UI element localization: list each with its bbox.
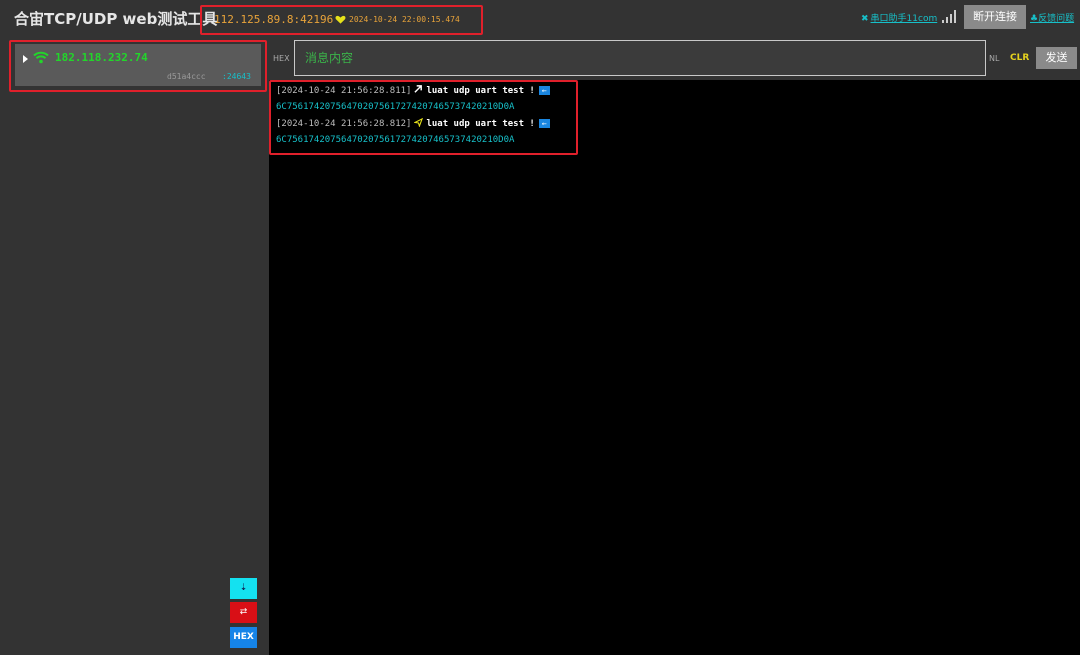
disconnect-button[interactable]: 断开连接 (964, 5, 1026, 29)
feedback-link[interactable]: ♣反馈问题 (1030, 11, 1074, 24)
newline-toggle[interactable]: NL (989, 54, 999, 63)
server-address: 112.125.89.8:42196 (214, 13, 334, 26)
server-info: 112.125.89.8:42196 2024-10-24 22:00:15.4… (200, 5, 483, 35)
auto-scroll-button[interactable]: ⇣ (230, 578, 257, 599)
log-timestamp: [2024-10-24 21:56:28.811] (276, 86, 412, 96)
log-message: luat udp uart test ! (426, 119, 535, 129)
wifi-icon (33, 51, 49, 64)
message-log[interactable]: [2024-10-24 21:56:28.811] luat udp uart t… (269, 80, 1080, 655)
serial-link-label: 串口助手11com (870, 14, 938, 24)
client-id: d51a4ccc (167, 72, 206, 81)
server-time: 2024-10-24 22:00:15.474 (349, 15, 460, 24)
message-input-row: HEX NL CLR 发送 (269, 36, 1080, 80)
log-hex: 6C75617420756470207561727420746573742021… (276, 135, 515, 145)
client-port: :24643 (222, 72, 251, 81)
tool-icon: ✖ (861, 14, 869, 24)
log-entry: [2024-10-24 21:56:28.812] luat udp uart t… (276, 118, 550, 129)
app-title: 合宙TCP/UDP web测试工具 (14, 10, 218, 28)
client-highlight: 182.118.232.74 d51a4ccc :24643 (9, 40, 267, 92)
client-item[interactable]: 182.118.232.74 d51a4ccc :24643 (15, 44, 261, 86)
log-entry: [2024-10-24 21:56:28.811] luat udp uart t… (276, 85, 550, 96)
hex-toggle[interactable]: HEX (273, 54, 290, 63)
log-highlight: [2024-10-24 21:56:28.811] luat udp uart t… (269, 80, 578, 155)
send-button[interactable]: 发送 (1036, 47, 1077, 69)
send-icon (414, 118, 424, 127)
hex-toggle-button[interactable]: HEX (230, 627, 257, 648)
client-sidebar: 182.118.232.74 d51a4ccc :24643 ⇣ ⇄ HEX (0, 36, 269, 655)
log-hex: 6C75617420756470207561727420746573742021… (276, 102, 515, 112)
expand-caret-icon[interactable] (23, 55, 28, 63)
log-message: luat udp uart test ! (426, 86, 535, 96)
feedback-icon: ♣ (1030, 14, 1039, 24)
client-ip: 182.118.232.74 (55, 51, 148, 64)
serial-assistant-link[interactable]: ✖ 串口助手11com (861, 11, 937, 24)
receive-icon (414, 85, 423, 93)
clear-button[interactable]: CLR (1010, 53, 1029, 63)
signal-icon (942, 10, 956, 23)
app-header: 合宙TCP/UDP web测试工具 112.125.89.8:42196 202… (0, 0, 1080, 36)
heart-icon (335, 15, 346, 24)
return-arrow-icon: ← (538, 86, 550, 95)
return-arrow-icon: ← (538, 119, 550, 128)
log-timestamp: [2024-10-24 21:56:28.812] (276, 119, 412, 129)
message-input[interactable] (294, 40, 986, 76)
feedback-label: 反馈问题 (1038, 14, 1075, 24)
swap-button[interactable]: ⇄ (230, 602, 257, 623)
